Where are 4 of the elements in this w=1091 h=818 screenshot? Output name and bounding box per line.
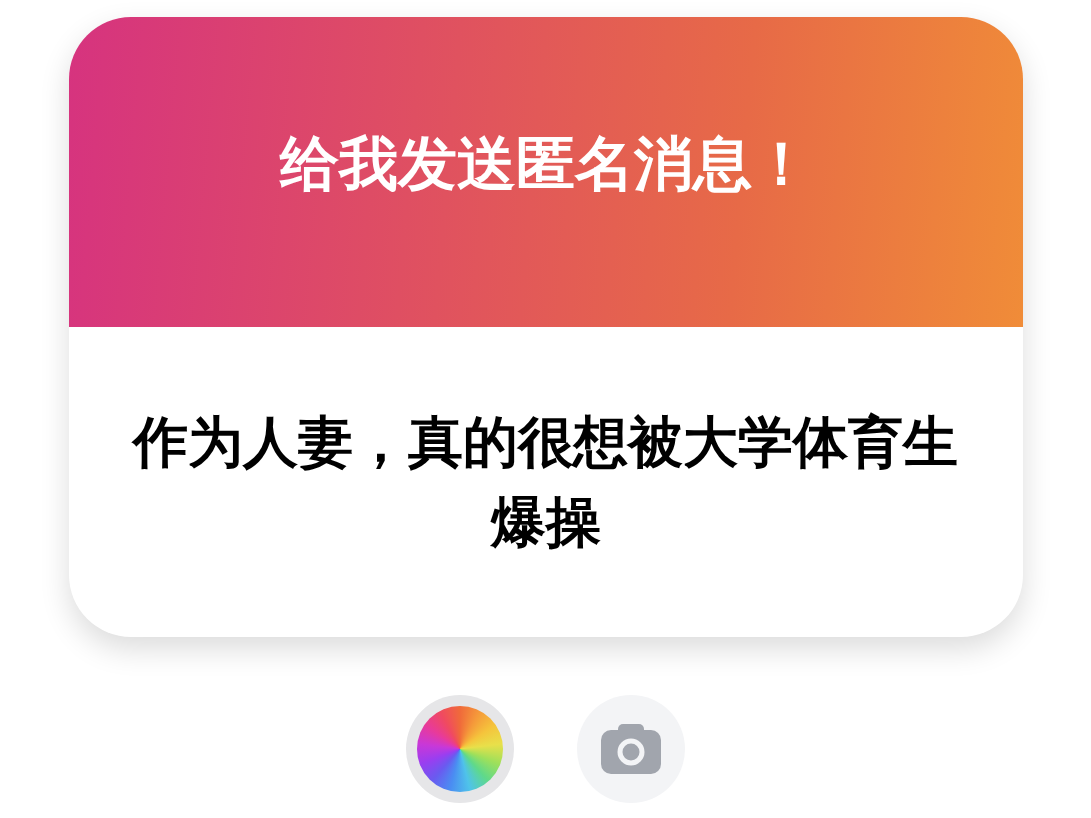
camera-icon <box>601 724 661 774</box>
header-title: 给我发送匿名消息！ <box>280 128 811 200</box>
color-wheel-icon <box>417 706 503 792</box>
message-text: 作为人妻，真的很想被大学体育生爆操 <box>130 409 959 556</box>
